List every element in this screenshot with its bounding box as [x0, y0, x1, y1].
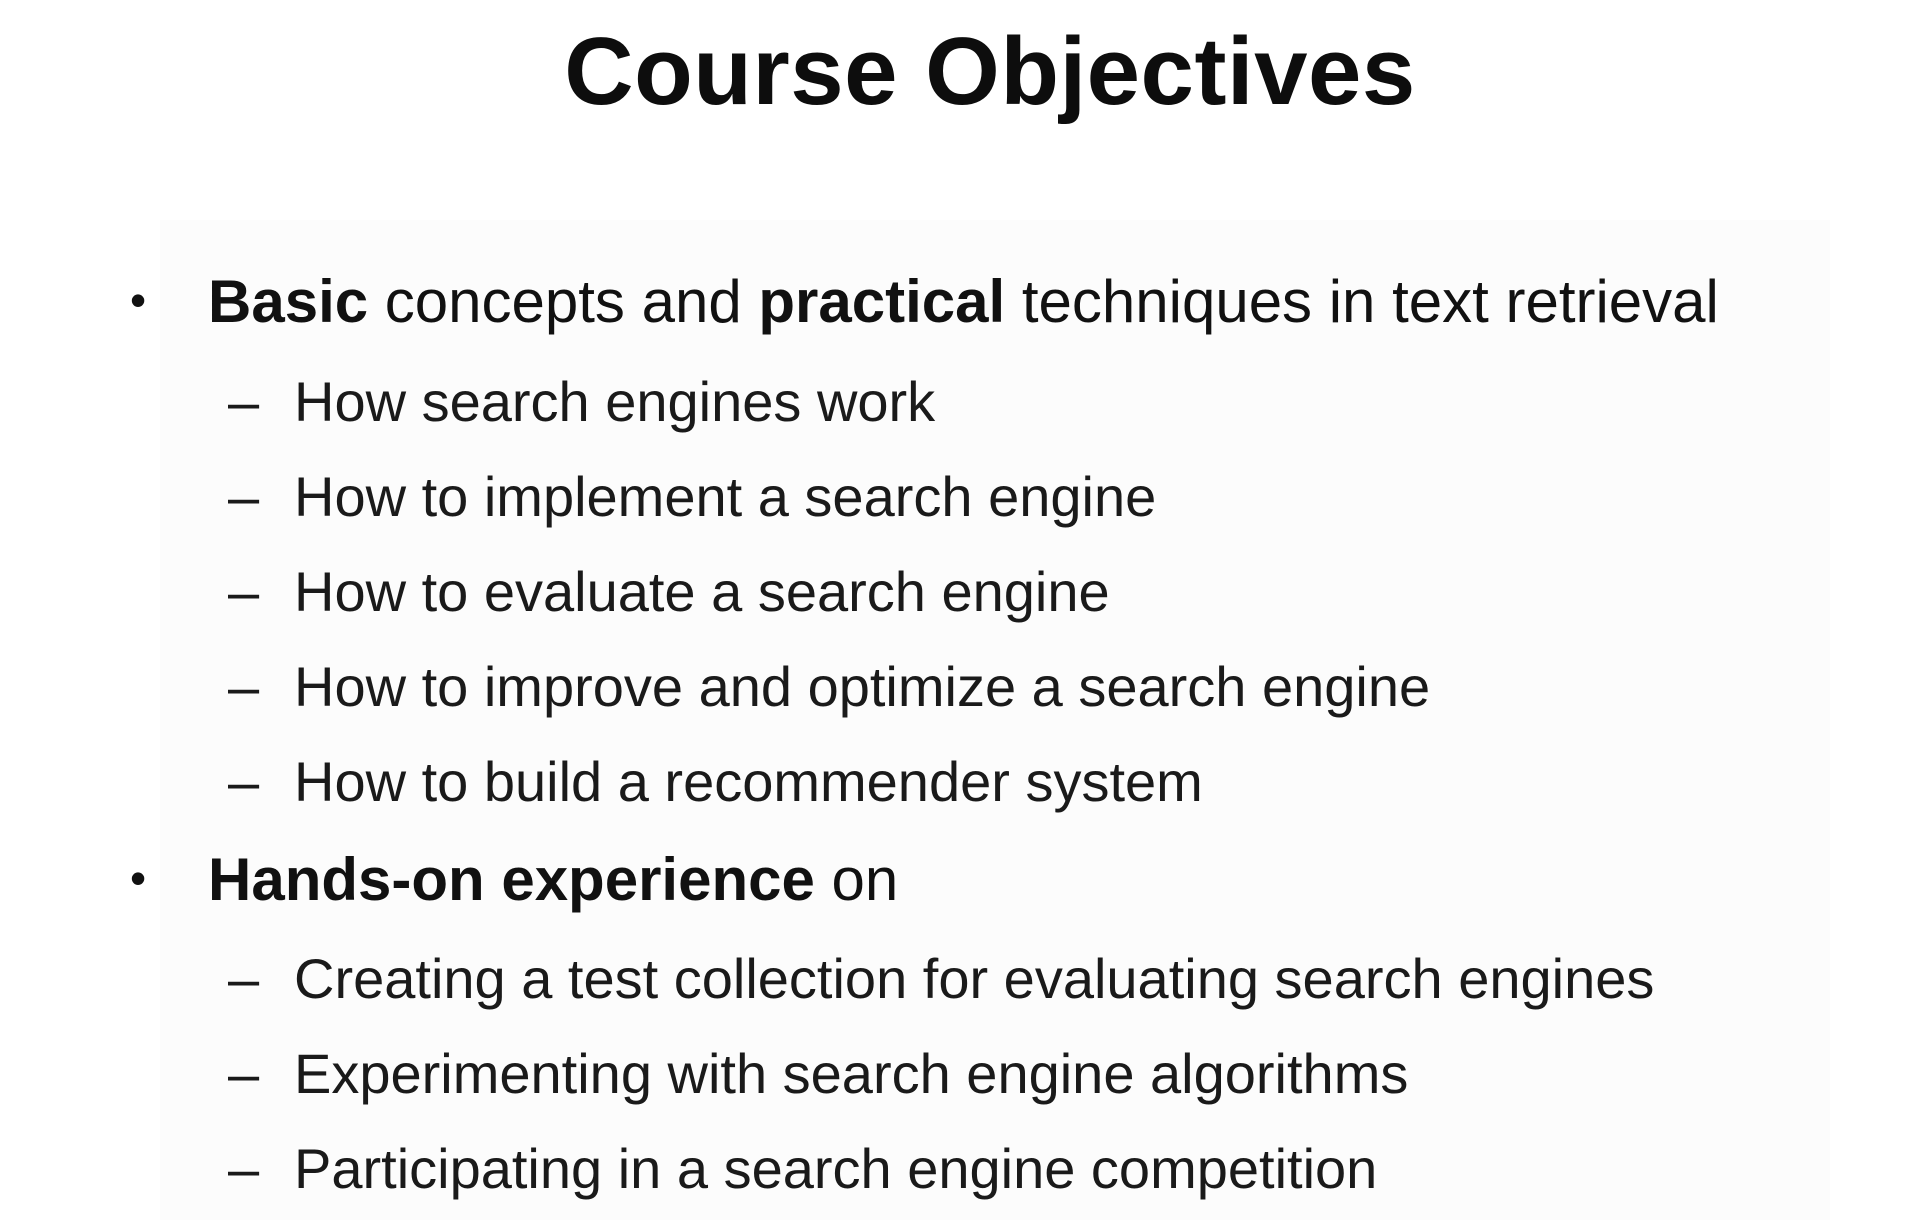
dash-marker: – — [228, 560, 260, 623]
subitem: – How to improve and optimize a search en… — [228, 659, 1430, 715]
subitem-text: How to implement a search engine — [294, 465, 1157, 528]
bullet-bold-text: Hands-on experience — [208, 846, 815, 913]
bullet-bold-text: practical — [758, 268, 1006, 335]
dash-marker: – — [228, 1042, 260, 1105]
slide-title: Course Objectives — [564, 18, 1416, 125]
subitem: – How search engines work — [228, 374, 935, 430]
dash-marker: – — [228, 947, 260, 1010]
bullet-basic-concepts: • Basic concepts and practical techniques… — [130, 272, 1719, 332]
bullet-marker: • — [130, 852, 147, 904]
subitem-text: Creating a test collection for evaluatin… — [294, 947, 1655, 1010]
bullet-text: concepts and — [368, 268, 759, 335]
bullet-marker: • — [130, 274, 147, 326]
subitem-text: How search engines work — [294, 370, 936, 433]
subitem-text: How to improve and optimize a search eng… — [294, 655, 1431, 718]
bullet-hands-on: • Hands-on experience on — [130, 850, 898, 910]
subitem: – How to evaluate a search engine — [228, 564, 1110, 620]
dash-marker: – — [228, 465, 260, 528]
subitem-text: Experimenting with search engine algorit… — [294, 1042, 1409, 1105]
subitem-text: How to evaluate a search engine — [294, 560, 1110, 623]
subitem-text: Participating in a search engine competi… — [294, 1137, 1378, 1200]
subitem: – How to implement a search engine — [228, 469, 1156, 525]
dash-marker: – — [228, 1137, 260, 1200]
subitem: – How to build a recommender system — [228, 754, 1203, 810]
dash-marker: – — [228, 750, 260, 813]
bullet-bold-text: Basic — [208, 268, 369, 335]
subitem-text: How to build a recommender system — [294, 750, 1203, 813]
dash-marker: – — [228, 655, 260, 718]
bullet-text: on — [814, 846, 899, 913]
bullet-text: techniques in text retrieval — [1005, 268, 1719, 335]
slide: Course Objectives • Basic concepts and pr… — [0, 0, 1906, 1230]
subitem: – Experimenting with search engine algori… — [228, 1046, 1408, 1102]
dash-marker: – — [228, 370, 260, 433]
subitem: – Creating a test collection for evaluati… — [228, 951, 1654, 1007]
subitem: – Participating in a search engine compet… — [228, 1141, 1377, 1197]
